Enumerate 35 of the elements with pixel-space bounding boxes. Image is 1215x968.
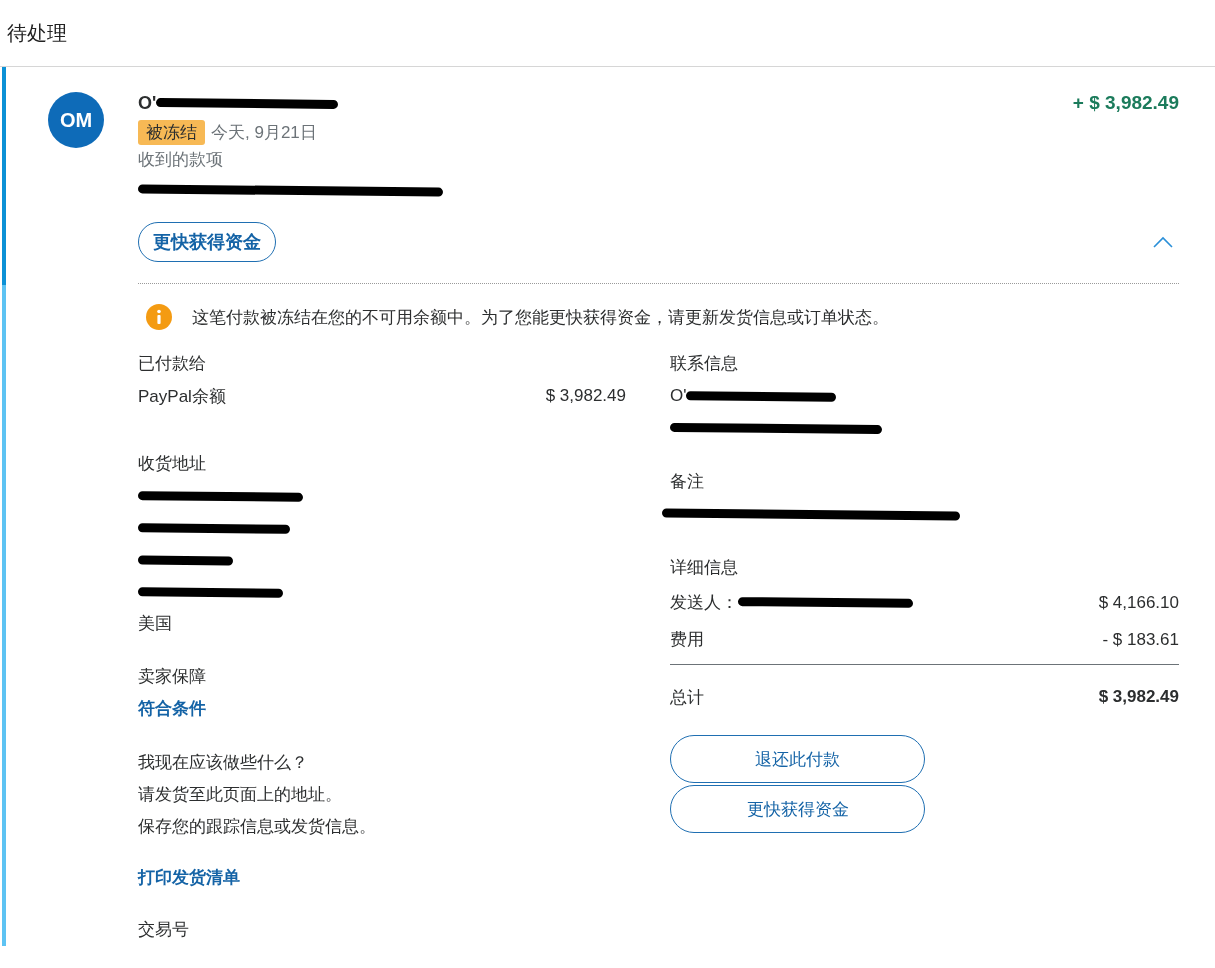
section-heading: 联系信息 — [670, 353, 739, 375]
name-text: O' — [138, 92, 157, 114]
refund-button[interactable]: 退还此付款 — [670, 735, 925, 783]
section-title: 待处理 — [7, 20, 67, 46]
info-icon — [146, 304, 172, 330]
detail-label: 费用 — [670, 629, 704, 651]
section-heading: 我现在应该做些什么？ — [138, 752, 309, 774]
total-amount: $ 3,982.49 — [1098, 687, 1179, 707]
section-heading: 交易号 — [138, 919, 190, 941]
date-text: 今天, 9月21日 — [211, 122, 317, 144]
method-text: PayPal余额 — [138, 385, 226, 408]
notice-text: 这笔付款被冻结在您的不可用余额中。为了您能更快获得资金，请更新发货信息或订单状态。 — [192, 306, 889, 329]
type-text: 收到的款项 — [138, 149, 224, 171]
status-badge: 被冻结 — [138, 120, 205, 145]
section-heading: 详细信息 — [670, 557, 739, 579]
amount-text: + $ 3,982.49 — [1072, 92, 1179, 115]
avatar: OM — [48, 92, 104, 148]
section-heading: 收货地址 — [138, 453, 207, 475]
name-text: O' — [670, 386, 687, 406]
detail-label: 发送人： — [670, 592, 738, 614]
section-heading: 已付款给 — [138, 353, 207, 375]
amount-text: $ 4,166.10 — [1098, 592, 1179, 613]
amount-text: $ 3,982.49 — [545, 386, 626, 406]
section-heading: 卖家保障 — [138, 666, 207, 688]
amount-text: - $ 183.61 — [1102, 629, 1179, 650]
section-heading: 备注 — [670, 471, 705, 493]
chevron-up-icon[interactable] — [1153, 236, 1173, 248]
instruction-text: 请发货至此页面上的地址。 — [138, 784, 343, 806]
address-line: 美国 — [138, 613, 173, 635]
get-funds-button[interactable]: 更快获得资金 — [670, 785, 925, 833]
instruction-text: 保存您的跟踪信息或发货信息。 — [138, 816, 377, 838]
total-label: 总计 — [670, 686, 704, 709]
eligibility-link[interactable]: 符合条件 — [138, 693, 626, 725]
get-funds-button[interactable]: 更快获得资金 — [138, 222, 276, 262]
print-link[interactable]: 打印发货清单 — [138, 862, 626, 894]
